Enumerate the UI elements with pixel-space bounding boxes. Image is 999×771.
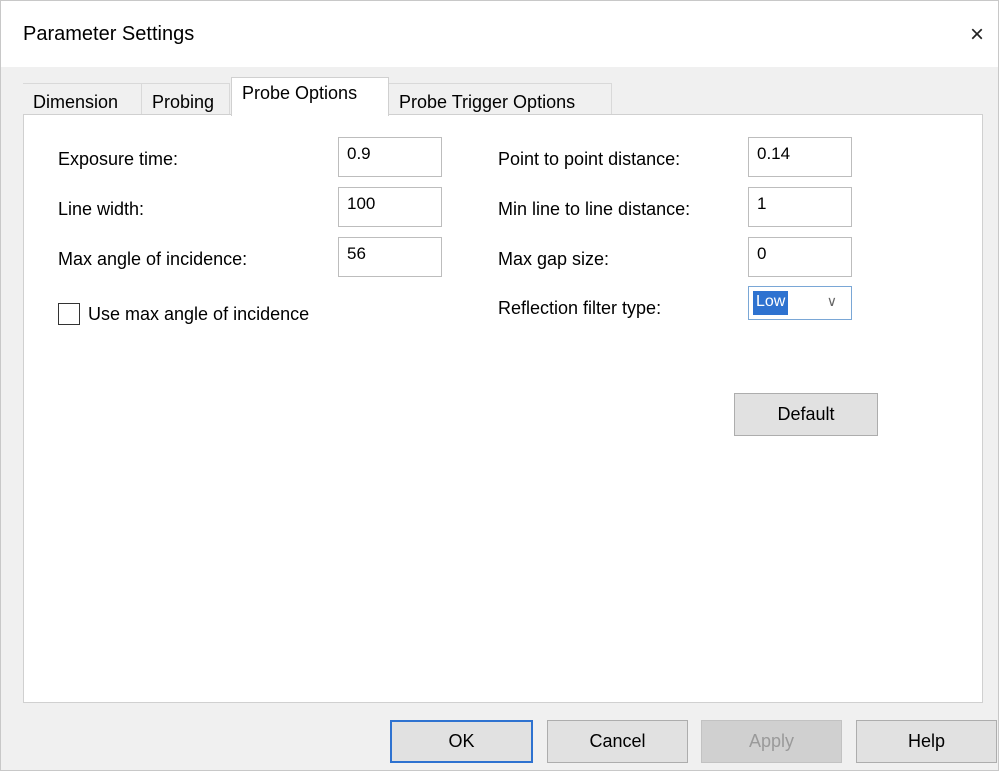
- use-max-angle-checkbox[interactable]: [58, 303, 80, 325]
- line-width-label: Line width:: [58, 199, 145, 219]
- dialog-title: Parameter Settings: [23, 23, 195, 45]
- max-gap-field[interactable]: 0: [748, 237, 852, 277]
- max-angle-label: Max angle of incidence:: [58, 249, 248, 269]
- max-gap-label: Max gap size:: [498, 249, 610, 269]
- point-distance-field[interactable]: 0.14: [748, 137, 852, 177]
- reflection-filter-label: Reflection filter type:: [498, 298, 662, 318]
- title-bar: Parameter Settings ×: [1, 1, 998, 67]
- tab-strip: Dimension Probing Probe Options Probe Tr…: [23, 77, 983, 116]
- default-button[interactable]: Default: [734, 393, 878, 436]
- apply-button[interactable]: Apply: [701, 720, 842, 763]
- min-line-distance-field[interactable]: 1: [748, 187, 852, 227]
- point-distance-label: Point to point distance:: [498, 149, 681, 169]
- use-max-angle-label[interactable]: Use max angle of incidence: [88, 304, 309, 325]
- tab-probing[interactable]: Probing: [142, 83, 230, 115]
- tab-probe-trigger-options[interactable]: Probe Trigger Options: [389, 83, 612, 115]
- min-line-distance-label: Min line to line distance:: [498, 199, 691, 219]
- cancel-button[interactable]: Cancel: [547, 720, 688, 763]
- reflection-filter-select[interactable]: Low ∨: [748, 286, 852, 320]
- reflection-filter-value: Low: [753, 291, 789, 315]
- tab-probe-options[interactable]: Probe Options: [231, 77, 389, 116]
- line-width-field[interactable]: 100: [338, 187, 442, 227]
- help-button[interactable]: Help: [856, 720, 997, 763]
- close-icon[interactable]: ×: [959, 17, 995, 53]
- tab-dimension[interactable]: Dimension: [23, 83, 142, 115]
- ok-button[interactable]: OK: [390, 720, 533, 763]
- max-angle-field[interactable]: 56: [338, 237, 442, 277]
- probe-options-panel: Exposure time: 0.9 Line width: 100 Max a…: [23, 114, 983, 703]
- chevron-down-icon[interactable]: ∨: [827, 293, 837, 310]
- exposure-time-label: Exposure time:: [58, 149, 179, 169]
- parameter-settings-dialog: Parameter Settings × Dimension Probing P…: [0, 0, 999, 771]
- exposure-time-field[interactable]: 0.9: [338, 137, 442, 177]
